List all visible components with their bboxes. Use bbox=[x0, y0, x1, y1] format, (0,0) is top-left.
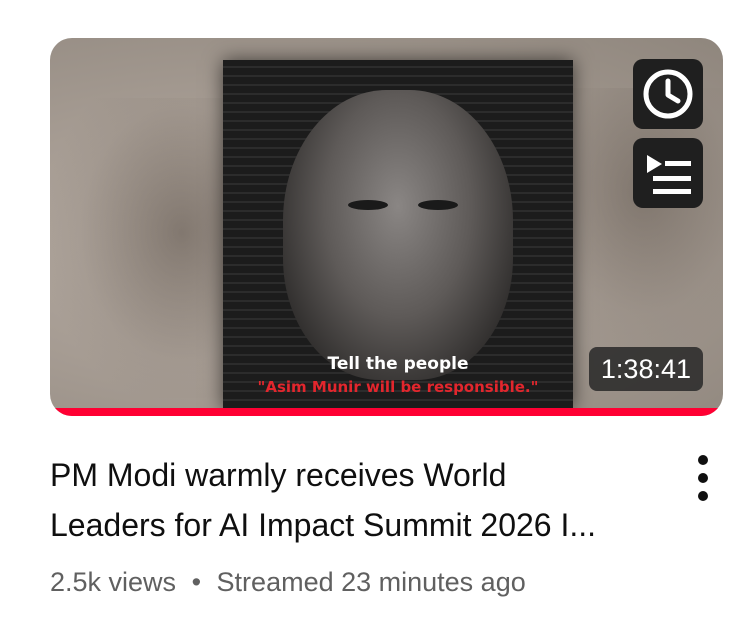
more-actions-button[interactable] bbox=[688, 455, 718, 501]
vertical-dots-icon bbox=[698, 473, 708, 483]
watch-later-button[interactable] bbox=[633, 59, 703, 129]
duration-badge: 1:38:41 bbox=[588, 347, 703, 391]
stream-time: Streamed 23 minutes ago bbox=[216, 567, 526, 597]
poster-eye-left bbox=[348, 200, 388, 210]
view-count: 2.5k views bbox=[50, 567, 177, 597]
queue-icon bbox=[647, 155, 691, 194]
poster-caption-line2: "Asim Munir will be responsible." bbox=[257, 378, 539, 396]
poster-portrait bbox=[283, 90, 513, 380]
video-title-line1: PM Modi warmly receives World bbox=[50, 457, 507, 493]
video-metadata: 2.5k views • Streamed 23 minutes ago bbox=[50, 567, 526, 598]
thumbnail-poster: Tell the people "Asim Munir will be resp… bbox=[223, 60, 573, 410]
poster-eye-right bbox=[418, 200, 458, 210]
video-card[interactable]: Tell the people "Asim Munir will be resp… bbox=[0, 0, 746, 618]
progress-bar bbox=[50, 408, 723, 416]
meta-separator: • bbox=[191, 567, 202, 597]
video-title[interactable]: PM Modi warmly receives World Leaders fo… bbox=[50, 450, 670, 550]
vertical-dots-icon bbox=[698, 455, 708, 465]
video-thumbnail[interactable]: Tell the people "Asim Munir will be resp… bbox=[50, 38, 723, 416]
vertical-dots-icon bbox=[698, 491, 708, 501]
video-title-line2: Leaders for AI Impact Summit 2026 I... bbox=[50, 507, 597, 543]
clock-icon bbox=[643, 69, 693, 119]
add-to-queue-button[interactable] bbox=[633, 138, 703, 208]
poster-caption-line1: Tell the people bbox=[327, 354, 469, 374]
